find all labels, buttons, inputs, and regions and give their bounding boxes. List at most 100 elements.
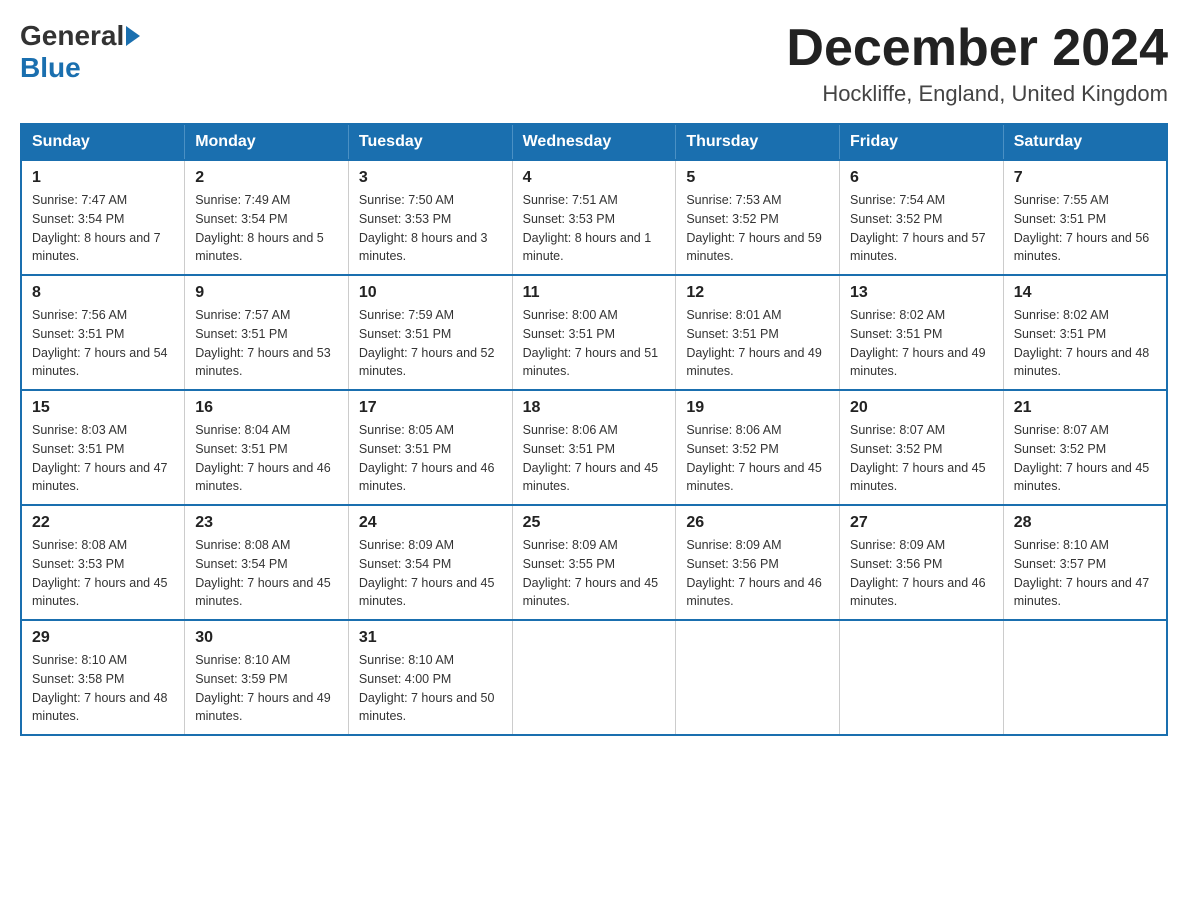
logo-general-text: General — [20, 20, 124, 52]
day-number: 1 — [32, 169, 174, 187]
day-info: Sunrise: 8:00 AMSunset: 3:51 PMDaylight:… — [523, 308, 659, 378]
day-info: Sunrise: 7:47 AMSunset: 3:54 PMDaylight:… — [32, 193, 161, 263]
calendar-cell: 15 Sunrise: 8:03 AMSunset: 3:51 PMDaylig… — [21, 390, 185, 505]
calendar-week-row-1: 1 Sunrise: 7:47 AMSunset: 3:54 PMDayligh… — [21, 160, 1167, 275]
calendar-cell: 29 Sunrise: 8:10 AMSunset: 3:58 PMDaylig… — [21, 620, 185, 735]
calendar-cell: 13 Sunrise: 8:02 AMSunset: 3:51 PMDaylig… — [840, 275, 1004, 390]
calendar-cell: 23 Sunrise: 8:08 AMSunset: 3:54 PMDaylig… — [185, 505, 349, 620]
calendar-cell — [840, 620, 1004, 735]
day-info: Sunrise: 8:02 AMSunset: 3:51 PMDaylight:… — [1014, 308, 1150, 378]
calendar-cell — [676, 620, 840, 735]
calendar-week-row-4: 22 Sunrise: 8:08 AMSunset: 3:53 PMDaylig… — [21, 505, 1167, 620]
calendar-cell: 2 Sunrise: 7:49 AMSunset: 3:54 PMDayligh… — [185, 160, 349, 275]
day-number: 23 — [195, 514, 338, 532]
day-number: 6 — [850, 169, 993, 187]
calendar-cell: 21 Sunrise: 8:07 AMSunset: 3:52 PMDaylig… — [1003, 390, 1167, 505]
day-number: 20 — [850, 399, 993, 417]
day-number: 28 — [1014, 514, 1156, 532]
day-info: Sunrise: 8:04 AMSunset: 3:51 PMDaylight:… — [195, 423, 331, 493]
day-info: Sunrise: 7:50 AMSunset: 3:53 PMDaylight:… — [359, 193, 488, 263]
day-number: 4 — [523, 169, 666, 187]
day-number: 29 — [32, 629, 174, 647]
day-info: Sunrise: 8:10 AMSunset: 3:57 PMDaylight:… — [1014, 538, 1150, 608]
calendar-cell: 14 Sunrise: 8:02 AMSunset: 3:51 PMDaylig… — [1003, 275, 1167, 390]
calendar-cell: 6 Sunrise: 7:54 AMSunset: 3:52 PMDayligh… — [840, 160, 1004, 275]
day-info: Sunrise: 8:07 AMSunset: 3:52 PMDaylight:… — [1014, 423, 1150, 493]
day-number: 8 — [32, 284, 174, 302]
page-header: General Blue December 2024 Hockliffe, En… — [20, 20, 1168, 107]
calendar-cell: 3 Sunrise: 7:50 AMSunset: 3:53 PMDayligh… — [348, 160, 512, 275]
day-info: Sunrise: 8:07 AMSunset: 3:52 PMDaylight:… — [850, 423, 986, 493]
day-number: 22 — [32, 514, 174, 532]
day-info: Sunrise: 8:03 AMSunset: 3:51 PMDaylight:… — [32, 423, 168, 493]
day-number: 7 — [1014, 169, 1156, 187]
calendar-cell: 22 Sunrise: 8:08 AMSunset: 3:53 PMDaylig… — [21, 505, 185, 620]
day-info: Sunrise: 8:09 AMSunset: 3:56 PMDaylight:… — [850, 538, 986, 608]
day-number: 21 — [1014, 399, 1156, 417]
calendar-cell: 31 Sunrise: 8:10 AMSunset: 4:00 PMDaylig… — [348, 620, 512, 735]
day-info: Sunrise: 8:01 AMSunset: 3:51 PMDaylight:… — [686, 308, 822, 378]
day-info: Sunrise: 8:08 AMSunset: 3:54 PMDaylight:… — [195, 538, 331, 608]
day-number: 16 — [195, 399, 338, 417]
calendar-cell: 11 Sunrise: 8:00 AMSunset: 3:51 PMDaylig… — [512, 275, 676, 390]
day-number: 30 — [195, 629, 338, 647]
day-number: 3 — [359, 169, 502, 187]
day-info: Sunrise: 8:09 AMSunset: 3:54 PMDaylight:… — [359, 538, 495, 608]
day-number: 15 — [32, 399, 174, 417]
day-info: Sunrise: 8:10 AMSunset: 3:58 PMDaylight:… — [32, 653, 168, 723]
day-number: 13 — [850, 284, 993, 302]
calendar-cell: 16 Sunrise: 8:04 AMSunset: 3:51 PMDaylig… — [185, 390, 349, 505]
day-number: 9 — [195, 284, 338, 302]
day-number: 11 — [523, 284, 666, 302]
calendar-cell — [512, 620, 676, 735]
day-info: Sunrise: 7:51 AMSunset: 3:53 PMDaylight:… — [523, 193, 652, 263]
month-title: December 2024 — [786, 20, 1168, 77]
day-info: Sunrise: 8:10 AMSunset: 4:00 PMDaylight:… — [359, 653, 495, 723]
calendar-cell — [1003, 620, 1167, 735]
day-info: Sunrise: 8:06 AMSunset: 3:52 PMDaylight:… — [686, 423, 822, 493]
col-header-wednesday: Wednesday — [512, 124, 676, 160]
calendar-cell: 5 Sunrise: 7:53 AMSunset: 3:52 PMDayligh… — [676, 160, 840, 275]
calendar-cell: 1 Sunrise: 7:47 AMSunset: 3:54 PMDayligh… — [21, 160, 185, 275]
day-info: Sunrise: 8:09 AMSunset: 3:56 PMDaylight:… — [686, 538, 822, 608]
title-section: December 2024 Hockliffe, England, United… — [786, 20, 1168, 107]
day-info: Sunrise: 7:55 AMSunset: 3:51 PMDaylight:… — [1014, 193, 1150, 263]
calendar-cell: 8 Sunrise: 7:56 AMSunset: 3:51 PMDayligh… — [21, 275, 185, 390]
day-number: 18 — [523, 399, 666, 417]
calendar-cell: 30 Sunrise: 8:10 AMSunset: 3:59 PMDaylig… — [185, 620, 349, 735]
calendar-cell: 12 Sunrise: 8:01 AMSunset: 3:51 PMDaylig… — [676, 275, 840, 390]
calendar-week-row-3: 15 Sunrise: 8:03 AMSunset: 3:51 PMDaylig… — [21, 390, 1167, 505]
calendar-cell: 9 Sunrise: 7:57 AMSunset: 3:51 PMDayligh… — [185, 275, 349, 390]
logo-blue-text: Blue — [20, 52, 81, 83]
col-header-monday: Monday — [185, 124, 349, 160]
day-number: 31 — [359, 629, 502, 647]
day-info: Sunrise: 8:09 AMSunset: 3:55 PMDaylight:… — [523, 538, 659, 608]
calendar-cell: 19 Sunrise: 8:06 AMSunset: 3:52 PMDaylig… — [676, 390, 840, 505]
day-number: 2 — [195, 169, 338, 187]
day-info: Sunrise: 8:08 AMSunset: 3:53 PMDaylight:… — [32, 538, 168, 608]
calendar-header-row: SundayMondayTuesdayWednesdayThursdayFrid… — [21, 124, 1167, 160]
location-subtitle: Hockliffe, England, United Kingdom — [786, 81, 1168, 107]
day-info: Sunrise: 8:05 AMSunset: 3:51 PMDaylight:… — [359, 423, 495, 493]
day-number: 12 — [686, 284, 829, 302]
day-info: Sunrise: 7:57 AMSunset: 3:51 PMDaylight:… — [195, 308, 331, 378]
calendar-week-row-2: 8 Sunrise: 7:56 AMSunset: 3:51 PMDayligh… — [21, 275, 1167, 390]
day-number: 26 — [686, 514, 829, 532]
day-number: 14 — [1014, 284, 1156, 302]
day-number: 24 — [359, 514, 502, 532]
col-header-thursday: Thursday — [676, 124, 840, 160]
calendar-cell: 17 Sunrise: 8:05 AMSunset: 3:51 PMDaylig… — [348, 390, 512, 505]
col-header-friday: Friday — [840, 124, 1004, 160]
day-number: 10 — [359, 284, 502, 302]
day-number: 27 — [850, 514, 993, 532]
calendar-cell: 28 Sunrise: 8:10 AMSunset: 3:57 PMDaylig… — [1003, 505, 1167, 620]
day-info: Sunrise: 7:49 AMSunset: 3:54 PMDaylight:… — [195, 193, 324, 263]
calendar-table: SundayMondayTuesdayWednesdayThursdayFrid… — [20, 123, 1168, 736]
calendar-cell: 20 Sunrise: 8:07 AMSunset: 3:52 PMDaylig… — [840, 390, 1004, 505]
calendar-cell: 4 Sunrise: 7:51 AMSunset: 3:53 PMDayligh… — [512, 160, 676, 275]
calendar-week-row-5: 29 Sunrise: 8:10 AMSunset: 3:58 PMDaylig… — [21, 620, 1167, 735]
calendar-cell: 10 Sunrise: 7:59 AMSunset: 3:51 PMDaylig… — [348, 275, 512, 390]
day-info: Sunrise: 7:56 AMSunset: 3:51 PMDaylight:… — [32, 308, 168, 378]
calendar-cell: 7 Sunrise: 7:55 AMSunset: 3:51 PMDayligh… — [1003, 160, 1167, 275]
logo: General Blue — [20, 20, 142, 84]
